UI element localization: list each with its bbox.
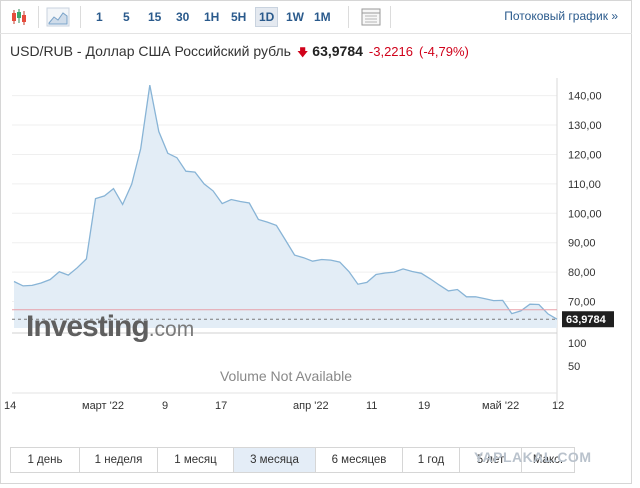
x-tick-label: март '22 bbox=[82, 400, 124, 412]
down-arrow-icon: 🡇 bbox=[296, 47, 309, 59]
y-tick-label: 100,00 bbox=[568, 208, 602, 220]
price-change: -3,2216 bbox=[368, 44, 413, 59]
volume-axis-label-100: 100 bbox=[568, 338, 586, 350]
table-view-icon[interactable] bbox=[360, 7, 382, 27]
toolbar-separator bbox=[38, 6, 39, 28]
volume-not-available: Volume Not Available bbox=[220, 368, 352, 384]
timeframe-1h-button[interactable]: 1H bbox=[201, 8, 222, 26]
range-6-months-button[interactable]: 6 месяцев bbox=[315, 447, 402, 473]
y-tick-label: 90,00 bbox=[568, 238, 596, 250]
last-price-label: 63,9784 bbox=[566, 314, 607, 326]
timeframe-1-button[interactable]: 1 bbox=[93, 8, 106, 26]
x-axis-labels: 14 март '22 9 17 апр '22 11 19 май '22 12 bbox=[4, 400, 564, 412]
timeframe-5-button[interactable]: 5 bbox=[120, 8, 133, 26]
y-tick-label: 140,00 bbox=[568, 91, 602, 103]
chart-toolbar: 1 5 15 30 1H 5H 1D 1W 1M Потоковый графи… bbox=[0, 0, 632, 34]
y-tick-label: 130,00 bbox=[568, 120, 602, 132]
x-tick-label: 14 bbox=[4, 400, 16, 412]
price-area-fill bbox=[14, 85, 557, 328]
timeframe-30-button[interactable]: 30 bbox=[173, 8, 192, 26]
y-tick-label: 110,00 bbox=[568, 179, 601, 191]
toolbar-separator bbox=[348, 6, 349, 28]
x-tick-label: 19 bbox=[418, 400, 430, 412]
y-tick-label: 70,00 bbox=[568, 297, 596, 309]
range-3-months-button[interactable]: 3 месяца bbox=[233, 447, 315, 473]
timeframe-1m-button[interactable]: 1M bbox=[311, 8, 334, 26]
instrument-header: USD/RUB - Доллар США Российский рубль 🡇 63… bbox=[10, 43, 469, 63]
y-tick-label: 120,00 bbox=[568, 149, 602, 161]
range-1-month-button[interactable]: 1 месяц bbox=[157, 447, 233, 473]
x-tick-label: апр '22 bbox=[293, 400, 329, 412]
area-chart-icon[interactable] bbox=[46, 7, 70, 27]
corner-watermark: YAPLAKAL.COM bbox=[474, 449, 592, 465]
y-tick-label: 80,00 bbox=[568, 267, 596, 279]
instrument-name: USD/RUB - Доллар США Российский рубль bbox=[10, 43, 291, 59]
range-1-week-button[interactable]: 1 неделя bbox=[79, 447, 157, 473]
volume-axis-label-50: 50 bbox=[568, 361, 580, 373]
last-price: 63,9784 bbox=[312, 43, 363, 59]
price-change-percent: (-4,79%) bbox=[419, 44, 469, 59]
x-tick-label: май '22 bbox=[482, 400, 519, 412]
y-axis-labels: 70,00 80,00 90,00 100,00 110,00 120,00 130,00 1… bbox=[568, 91, 602, 309]
streaming-chart-link[interactable]: Потоковый график » bbox=[504, 9, 618, 23]
investing-watermark-logo: Investing.com bbox=[26, 310, 195, 343]
range-1-day-button[interactable]: 1 день bbox=[10, 447, 79, 473]
x-tick-label: 12 bbox=[552, 400, 564, 412]
candlestick-chart-icon[interactable] bbox=[8, 7, 30, 27]
range-1-year-button[interactable]: 1 год bbox=[402, 447, 459, 473]
timeframe-5h-button[interactable]: 5H bbox=[228, 8, 249, 26]
toolbar-separator bbox=[390, 6, 391, 28]
timeframe-1w-button[interactable]: 1W bbox=[283, 8, 307, 26]
x-tick-label: 11 bbox=[366, 400, 377, 412]
price-chart: 70,00 80,00 90,00 100,00 110,00 120,00 130,00 1… bbox=[4, 78, 614, 412]
x-tick-label: 17 bbox=[215, 400, 227, 412]
toolbar-separator bbox=[80, 6, 81, 28]
timeframe-15-button[interactable]: 15 bbox=[145, 8, 164, 26]
x-tick-label: 9 bbox=[162, 400, 168, 412]
timeframe-1d-button[interactable]: 1D bbox=[255, 7, 279, 27]
